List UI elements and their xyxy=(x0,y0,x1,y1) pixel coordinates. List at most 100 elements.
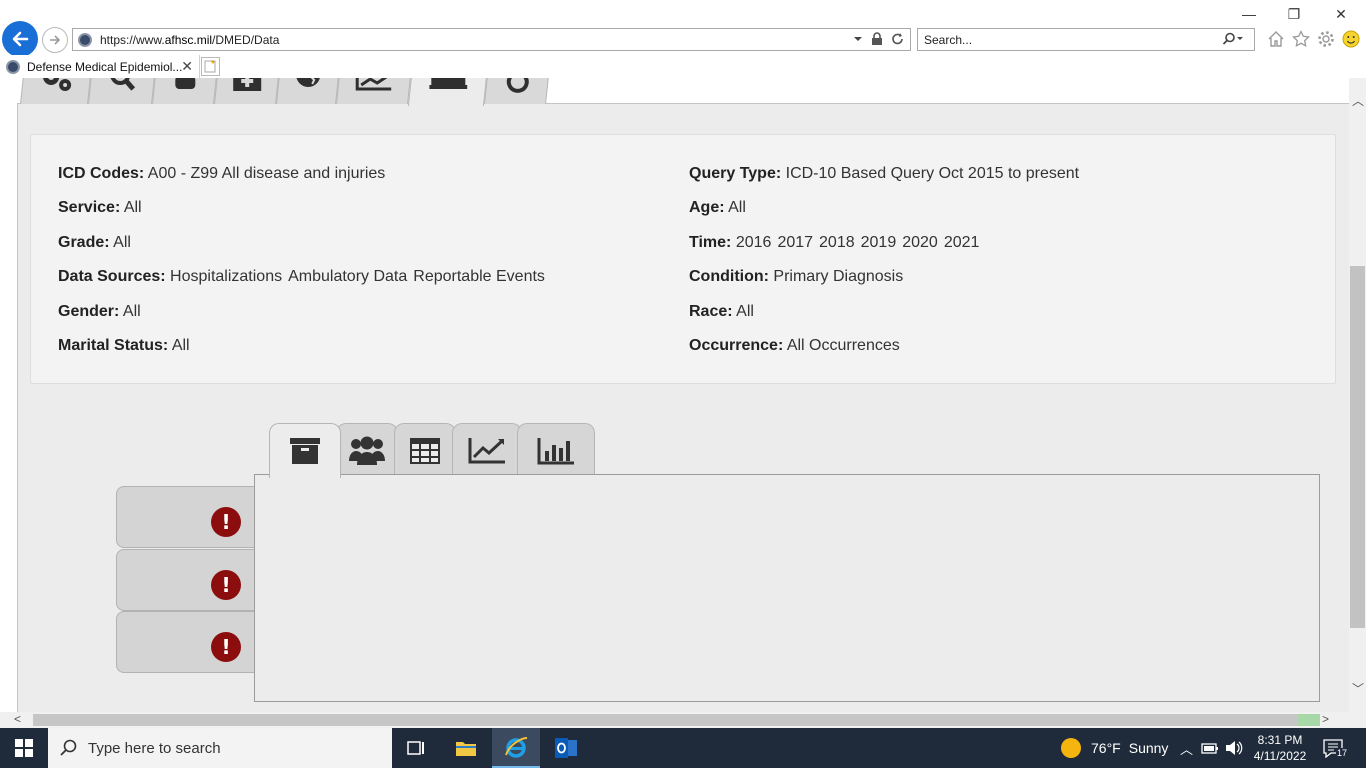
scrollbar-corner xyxy=(1349,712,1366,728)
folder-icon xyxy=(456,742,476,756)
sun-icon xyxy=(1061,738,1081,758)
horizontal-scrollbar[interactable]: < > xyxy=(0,712,1349,728)
weather-temperature: 76°F xyxy=(1091,740,1121,756)
scroll-down-icon[interactable]: ﹀ xyxy=(1352,680,1364,697)
tab-trends[interactable] xyxy=(336,78,412,104)
forward-arrow-icon xyxy=(50,35,61,45)
taskbar-search-box[interactable]: Type here to search xyxy=(48,728,392,768)
side-tab-1[interactable]: ! xyxy=(116,486,256,548)
refresh-icon[interactable] xyxy=(891,32,904,46)
tab-medical[interactable] xyxy=(214,78,280,104)
horizontal-scroll-thumb[interactable] xyxy=(33,714,1313,726)
warning-icon: ! xyxy=(211,507,241,537)
tab-results-trend[interactable] xyxy=(452,423,522,477)
weather-widget[interactable]: 76°F Sunny xyxy=(1061,728,1168,768)
globe-icon xyxy=(296,78,321,87)
results-content-panel xyxy=(254,474,1320,702)
back-button[interactable] xyxy=(2,21,38,57)
home-icon[interactable] xyxy=(1266,29,1285,48)
outlook-icon xyxy=(555,738,577,758)
browser-search-input[interactable] xyxy=(924,32,1204,47)
tab-results-demographics[interactable] xyxy=(336,423,398,477)
users-icon xyxy=(349,436,385,465)
tab-results-archive[interactable] xyxy=(269,423,341,478)
search-icon xyxy=(110,78,136,91)
close-tab-icon[interactable]: ✕ xyxy=(181,58,193,75)
bar-chart-icon xyxy=(537,437,574,464)
time-field: Time: 2016 2017 2018 2019 2020 2021 xyxy=(689,234,980,251)
clock-time: 8:31 PM xyxy=(1257,733,1303,747)
chevron-up-icon[interactable]: ︿ xyxy=(1180,739,1193,758)
volume-icon[interactable] xyxy=(1225,740,1243,756)
data-sources-field: Data Sources: Hospitalizations Ambulatory… xyxy=(58,268,545,285)
forward-button[interactable] xyxy=(42,27,68,53)
tab-settings[interactable] xyxy=(20,78,92,104)
table-icon xyxy=(410,437,440,464)
scroll-indicator xyxy=(1298,714,1320,726)
battery-icon[interactable] xyxy=(1201,741,1219,755)
gears-icon xyxy=(43,78,72,91)
windows-logo-icon xyxy=(15,739,33,757)
browser-tab-title: Defense Medical Epidemiol... xyxy=(27,59,183,74)
scroll-right-icon[interactable]: > xyxy=(1322,712,1329,726)
line-chart-icon xyxy=(355,78,392,91)
tab-results-bar[interactable] xyxy=(517,423,595,477)
internet-explorer-button[interactable] xyxy=(492,728,540,768)
warning-icon: ! xyxy=(211,570,241,600)
line-chart-icon xyxy=(468,437,505,463)
tab-person[interactable] xyxy=(152,78,218,104)
page-viewport: ICD Codes: A00 - Z99 All disease and inj… xyxy=(0,78,1349,712)
file-explorer-button[interactable] xyxy=(442,728,490,768)
browser-toolbar xyxy=(1266,29,1360,48)
query-type-field: Query Type: ICD-10 Based Query Oct 2015 … xyxy=(689,165,1080,182)
start-button[interactable] xyxy=(0,728,48,768)
close-window-button[interactable]: ✕ xyxy=(1330,4,1352,24)
warning-icon: ! xyxy=(211,632,241,662)
marital-status-field: Marital Status: All xyxy=(58,337,190,354)
gender-field: Gender: All xyxy=(58,303,141,320)
tab-favicon-icon xyxy=(6,59,20,74)
outlook-button[interactable] xyxy=(542,728,590,768)
tab-history[interactable] xyxy=(484,78,550,104)
browser-search-box[interactable] xyxy=(917,28,1255,51)
archive-icon xyxy=(429,78,468,89)
age-field: Age: All xyxy=(689,199,746,216)
occurrence-field: Occurrence: All Occurrences xyxy=(689,337,900,354)
back-arrow-icon xyxy=(12,31,29,47)
side-tab-3[interactable]: ! xyxy=(116,611,256,673)
favorites-star-icon[interactable] xyxy=(1291,29,1310,48)
vertical-scrollbar[interactable]: ︿ ﹀ xyxy=(1349,78,1366,712)
taskbar-clock[interactable]: 8:31 PM 4/11/2022 xyxy=(1250,732,1310,764)
task-view-button[interactable] xyxy=(392,728,440,768)
scroll-left-icon[interactable]: < xyxy=(14,712,21,726)
tab-search[interactable] xyxy=(88,78,156,104)
tab-archive[interactable] xyxy=(407,78,489,106)
new-tab-button[interactable] xyxy=(201,57,220,76)
system-tray: ︿ xyxy=(1180,728,1243,768)
icd-codes-field: ICD Codes: A00 - Z99 All disease and inj… xyxy=(58,165,386,182)
vertical-scroll-thumb[interactable] xyxy=(1350,266,1365,628)
restore-button[interactable]: ❐ xyxy=(1283,4,1305,24)
tab-results-table[interactable] xyxy=(394,423,456,477)
settings-gear-icon[interactable] xyxy=(1316,29,1335,48)
minimize-button[interactable]: — xyxy=(1238,4,1260,24)
medical-icon xyxy=(233,78,262,91)
lock-icon[interactable] xyxy=(871,32,883,46)
race-field: Race: All xyxy=(689,303,754,320)
service-field: Service: All xyxy=(58,199,142,216)
feedback-smiley-icon[interactable] xyxy=(1341,29,1360,48)
notification-center-button[interactable]: 17 xyxy=(1323,728,1349,768)
weather-condition: Sunny xyxy=(1128,740,1169,756)
new-tab-icon xyxy=(204,60,216,73)
address-bar[interactable]: https://www.afhsc.mil/DMED/Data xyxy=(72,28,911,51)
scroll-up-icon[interactable]: ︿ xyxy=(1352,92,1364,109)
condition-field: Condition: Primary Diagnosis xyxy=(689,268,904,285)
site-favicon-icon xyxy=(78,32,92,47)
dropdown-icon[interactable] xyxy=(853,32,863,46)
side-tab-2[interactable]: ! xyxy=(116,549,256,611)
search-icon[interactable] xyxy=(1222,32,1244,51)
taskbar-search-placeholder: Type here to search xyxy=(88,739,221,757)
browser-tab-active[interactable]: Defense Medical Epidemiol... ✕ xyxy=(3,55,200,78)
search-icon xyxy=(60,739,77,756)
tab-globe[interactable] xyxy=(276,78,340,104)
